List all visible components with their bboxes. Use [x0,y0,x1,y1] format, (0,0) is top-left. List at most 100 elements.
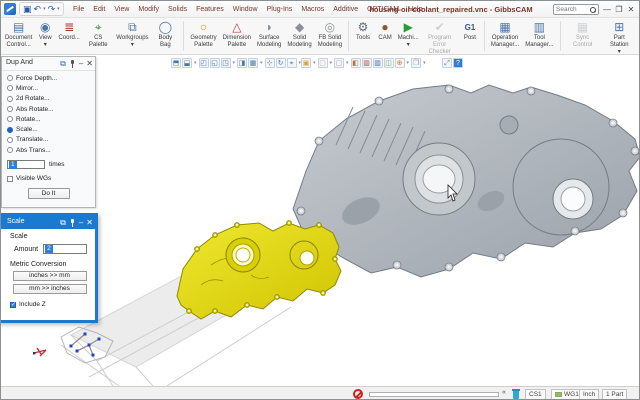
yellow-housing-part[interactable] [177,221,341,320]
gray-housing-part[interactable] [293,85,640,277]
fit-view-icon[interactable]: ⊹ [265,58,275,68]
clamp-display-icon[interactable]: ◧ [351,58,361,68]
dup-option-abs-rotate[interactable]: Abs Rotate... [7,104,95,114]
duplicate-icon[interactable]: ⧉ [60,217,66,229]
menu-features[interactable]: Features [196,6,224,13]
iso-view-caret-icon[interactable]: ▾ [194,60,197,66]
solid-modeling-button[interactable]: ◆Solid Modeling [284,19,314,53]
scale-dialog-titlebar[interactable]: Scale ⧉ – ✕ [0,216,95,229]
fullscreen-icon[interactable]: ⤢ [442,58,452,68]
menu-edit[interactable]: Edit [93,6,105,13]
dup-option-force-depth[interactable]: Force Depth... [7,73,95,83]
close-button[interactable]: ✕ [625,1,637,18]
cam-button[interactable]: ●CAM [374,19,396,53]
radio-icon[interactable] [7,106,13,112]
wireframe-view-icon[interactable]: ▦ [248,58,258,68]
menu-view[interactable]: View [114,6,129,13]
machining-button[interactable]: ▶Machi... ▾ [396,19,420,53]
menu-solids[interactable]: Solids [168,6,187,13]
dup-option-rotate[interactable]: Rotate... [7,114,95,124]
radio-icon[interactable] [7,96,13,102]
pin-icon[interactable] [69,59,76,69]
redo-caret-icon[interactable]: ▾ [57,6,60,12]
mm-to-inches-button[interactable]: mm >> inches [13,284,87,294]
radio-icon[interactable] [7,85,13,91]
cs-align-icon[interactable]: ⌖ [287,58,297,68]
wireframe-view-caret-icon[interactable]: ▾ [260,60,263,66]
render-globe-caret-icon[interactable]: ▾ [407,60,410,66]
search-icon[interactable] [590,7,596,13]
geometry-palette-button[interactable]: ○Geometry Palette [187,19,219,53]
render-globe-icon[interactable]: ⊕ [395,58,405,68]
view-cube-icon[interactable]: ⬒ [171,58,181,68]
window-layout-caret-icon[interactable]: ▾ [423,60,426,66]
dup-option-abs-trans[interactable]: Abs Trans... [7,145,95,155]
help-icon[interactable]: ? [453,58,463,68]
radio-icon[interactable] [7,147,13,153]
radio-icon[interactable] [7,75,13,81]
workgroups-button[interactable]: ⧉Workgroups ▾ [115,19,151,53]
shaded-view-icon[interactable]: ◨ [237,58,247,68]
dup-option-scale[interactable]: Scale... [7,124,95,134]
stock-display-caret-icon[interactable]: ▾ [313,60,316,66]
duplicate-icon[interactable]: ⧉ [60,58,66,70]
top-view-icon[interactable]: ◰ [199,58,209,68]
tools-button[interactable]: ⚙Tools [352,19,374,53]
tool-list-icon[interactable]: ▥ [373,58,383,68]
radio-icon[interactable] [7,137,13,143]
dup-option-translate[interactable]: Translate... [7,135,95,145]
front-view-icon[interactable]: ◱ [210,58,220,68]
save-icon[interactable]: ▣ [23,3,32,15]
do-it-button[interactable]: Do It [28,188,70,199]
times-input[interactable]: 1 [7,160,45,169]
fb-solid-modeling-button[interactable]: ◎FB Solid Modeling [315,19,345,53]
minimize-button[interactable]: — [601,1,613,18]
menu-modify[interactable]: Modify [138,6,159,13]
fixture-display-caret-icon[interactable]: ▾ [330,60,333,66]
post-button[interactable]: G1Post [459,19,481,53]
dup-option-mirror[interactable]: Mirror... [7,83,95,93]
restore-button[interactable]: ❐ [613,1,625,18]
close-dialog-icon[interactable]: ✕ [86,217,93,229]
inches-to-mm-button[interactable]: inches >> mm [13,271,87,281]
workspace-icon[interactable]: ◫ [384,58,394,68]
fixture-display-icon[interactable]: ▢ [318,58,328,68]
menu-window[interactable]: Window [233,6,258,13]
minimize-dialog-icon[interactable]: – [79,217,83,229]
undo-icon[interactable]: ↶ [34,3,42,15]
dup-option-2d-rotate[interactable]: 2d Rotate... [7,94,95,104]
part-station-button[interactable]: ⊞Part Station ▾ [602,19,637,53]
search-box[interactable] [553,4,599,15]
pin-icon[interactable] [69,218,76,228]
dimension-palette-button[interactable]: △Dimension Palette [220,19,254,53]
minimize-panel-icon[interactable]: – [79,58,83,70]
radio-icon[interactable] [7,116,13,122]
search-input[interactable] [556,6,588,13]
material-icon[interactable]: ▥ [362,58,372,68]
visible-wgs-checkbox[interactable] [7,176,13,182]
tool-manager-button[interactable]: ▥Tool Manager... [522,19,556,53]
rewind-icon[interactable]: « [502,389,506,396]
close-panel-icon[interactable]: ✕ [86,58,93,70]
part-display-caret-icon[interactable]: ▾ [346,60,349,66]
redo-icon[interactable]: ↷ [48,3,56,15]
menu-macros[interactable]: Macros [301,6,324,13]
surface-modeling-button[interactable]: ◗Surface Modeling [254,19,284,53]
iso-view-icon[interactable]: ⬓ [182,58,192,68]
part-display-icon[interactable]: ▢ [334,58,344,68]
view-button[interactable]: ◉View ▾ [34,19,56,53]
body-bag-button[interactable]: ◯Body Bag [150,19,180,53]
stock-display-icon[interactable]: ▣ [301,58,311,68]
right-view-caret-icon[interactable]: ▾ [233,60,236,66]
window-layout-icon[interactable]: ❐ [411,58,421,68]
amount-input[interactable]: 2 [43,244,87,254]
include-z-checkbox[interactable] [10,302,16,308]
radio-icon[interactable] [7,127,13,133]
right-view-icon[interactable]: ◳ [221,58,231,68]
menu-plug-ins[interactable]: Plug-Ins [267,6,293,13]
coordinate-list-button[interactable]: ≣Coord... [56,19,82,53]
undo-caret-icon[interactable]: ▾ [43,6,46,12]
dup-panel-titlebar[interactable]: Dup And ⧉ – ✕ [2,57,95,71]
menu-file[interactable]: File [73,6,84,13]
cs-indicator[interactable]: CS1 [525,389,546,400]
